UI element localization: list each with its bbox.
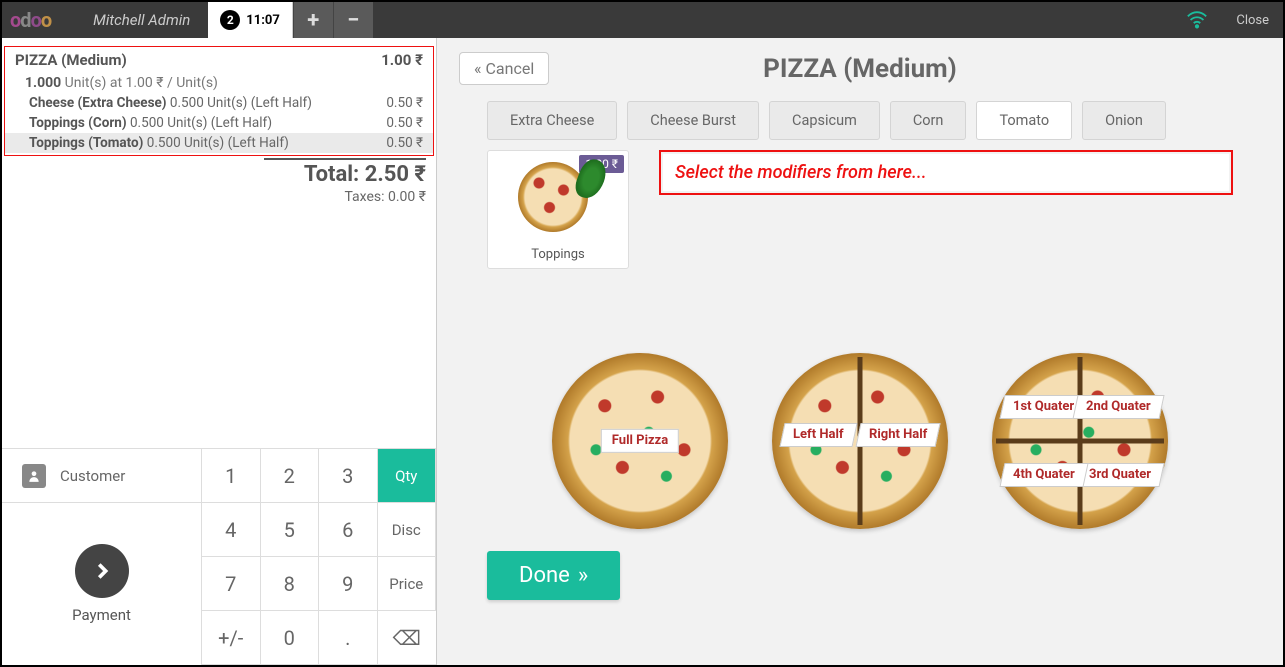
session-number: 2 xyxy=(220,10,240,30)
portion-label-q2[interactable]: 2nd Quater xyxy=(1073,395,1165,419)
keypad-1[interactable]: 1 xyxy=(202,449,261,503)
portion-halves[interactable]: Left Half Right Half xyxy=(772,353,948,529)
callout-text: Select the modifiers from here... xyxy=(663,154,1229,191)
order-modifier[interactable]: Toppings (Corn) 0.500 Unit(s) (Left Half… xyxy=(5,113,433,133)
keypad-4[interactable]: 4 xyxy=(202,503,261,557)
keypad-9[interactable]: 9 xyxy=(319,557,378,611)
chevron-right-icon: » xyxy=(578,563,588,588)
order-list: PIZZA (Medium) 1.00 ₹ 1.000 Unit(s) at 1… xyxy=(2,38,436,448)
order-qty-line: 1.000 Unit(s) at 1.00 ₹ / Unit(s) xyxy=(5,71,433,93)
order-modifier[interactable]: Cheese (Extra Cheese) 0.500 Unit(s) (Lef… xyxy=(5,93,433,113)
cancel-button[interactable]: « Cancel xyxy=(459,52,549,85)
chevron-left-icon: « xyxy=(474,59,482,78)
product-card-label: Toppings xyxy=(488,243,628,268)
keypad-price[interactable]: Price xyxy=(378,557,437,611)
portion-full[interactable]: Full Pizza xyxy=(552,353,728,529)
close-button[interactable]: Close xyxy=(1222,2,1283,38)
tab-tomato[interactable]: Tomato xyxy=(976,101,1072,140)
portion-label-q3[interactable]: 3rd Quater xyxy=(1075,463,1164,487)
pizza-icon xyxy=(488,151,628,243)
session-time: 11:07 xyxy=(246,13,280,28)
order-highlight-box: PIZZA (Medium) 1.00 ₹ 1.000 Unit(s) at 1… xyxy=(4,46,434,156)
person-icon xyxy=(22,464,46,488)
order-modifier[interactable]: Toppings (Tomato) 0.500 Unit(s) (Left Ha… xyxy=(5,133,433,153)
keypad-2[interactable]: 2 xyxy=(261,449,320,503)
keypad: Customer Payment 1 2 3 Qty xyxy=(2,448,436,665)
keypad-3[interactable]: 3 xyxy=(319,449,378,503)
keypad-qty[interactable]: Qty xyxy=(378,449,437,503)
tab-extra-cheese[interactable]: Extra Cheese xyxy=(487,101,617,140)
topbar: odoo Mitchell Admin 2 11:07 + − Close xyxy=(2,2,1283,38)
keypad-backspace[interactable]: ⌫ xyxy=(378,611,437,665)
session-tab[interactable]: 2 11:07 xyxy=(208,2,293,38)
tab-cheese-burst[interactable]: Cheese Burst xyxy=(627,101,759,140)
keypad-8[interactable]: 8 xyxy=(261,557,320,611)
tab-corn[interactable]: Corn xyxy=(890,101,967,140)
page-title: PIZZA (Medium) xyxy=(763,54,957,84)
order-line[interactable]: PIZZA (Medium) 1.00 ₹ xyxy=(5,47,433,71)
keypad-disc[interactable]: Disc xyxy=(378,503,437,557)
callout-box: Select the modifiers from here... xyxy=(659,150,1233,195)
order-totals: Total: 2.50 ₹ Taxes: 0.00 ₹ xyxy=(2,156,436,209)
portion-label-right-half[interactable]: Right Half xyxy=(855,423,941,447)
order-product-price: 1.00 ₹ xyxy=(381,51,423,69)
customer-button[interactable]: Customer xyxy=(2,449,201,503)
keypad-5[interactable]: 5 xyxy=(261,503,320,557)
right-panel: « Cancel PIZZA (Medium) Extra Cheese Che… xyxy=(437,38,1283,665)
add-session-button[interactable]: + xyxy=(293,2,333,38)
portion-label-left-half[interactable]: Left Half xyxy=(779,423,857,447)
logo: odoo xyxy=(2,2,75,38)
keypad-0[interactable]: 0 xyxy=(261,611,320,665)
admin-name[interactable]: Mitchell Admin xyxy=(75,2,208,38)
keypad-dot[interactable]: . xyxy=(319,611,378,665)
payment-button[interactable]: Payment xyxy=(2,503,201,665)
tab-capsicum[interactable]: Capsicum xyxy=(769,101,880,140)
portion-selector: Full Pizza Left Half Right Half 1st Quat… xyxy=(437,273,1283,539)
keypad-7[interactable]: 7 xyxy=(202,557,261,611)
portion-label-full[interactable]: Full Pizza xyxy=(601,429,679,453)
order-taxes: Taxes: 0.00 ₹ xyxy=(2,189,426,205)
chevron-right-icon xyxy=(75,544,129,598)
portion-label-q4[interactable]: 4th Quater xyxy=(999,463,1088,487)
keypad-6[interactable]: 6 xyxy=(319,503,378,557)
modifier-tabs: Extra Cheese Cheese Burst Capsicum Corn … xyxy=(437,91,1283,146)
product-card-toppings[interactable]: 1.00 ₹ Toppings xyxy=(487,150,629,269)
left-panel: PIZZA (Medium) 1.00 ₹ 1.000 Unit(s) at 1… xyxy=(2,38,437,665)
order-total: Total: 2.50 ₹ xyxy=(264,158,426,187)
keypad-plusminus[interactable]: +/- xyxy=(202,611,261,665)
wifi-icon xyxy=(1172,2,1222,38)
portion-quarters[interactable]: 1st Quater 2nd Quater 3rd Quater 4th Qua… xyxy=(992,353,1168,529)
tab-onion[interactable]: Onion xyxy=(1082,101,1166,140)
remove-session-button[interactable]: − xyxy=(333,2,373,38)
order-product-name: PIZZA (Medium) xyxy=(15,51,127,69)
done-button[interactable]: Done » xyxy=(487,551,620,600)
